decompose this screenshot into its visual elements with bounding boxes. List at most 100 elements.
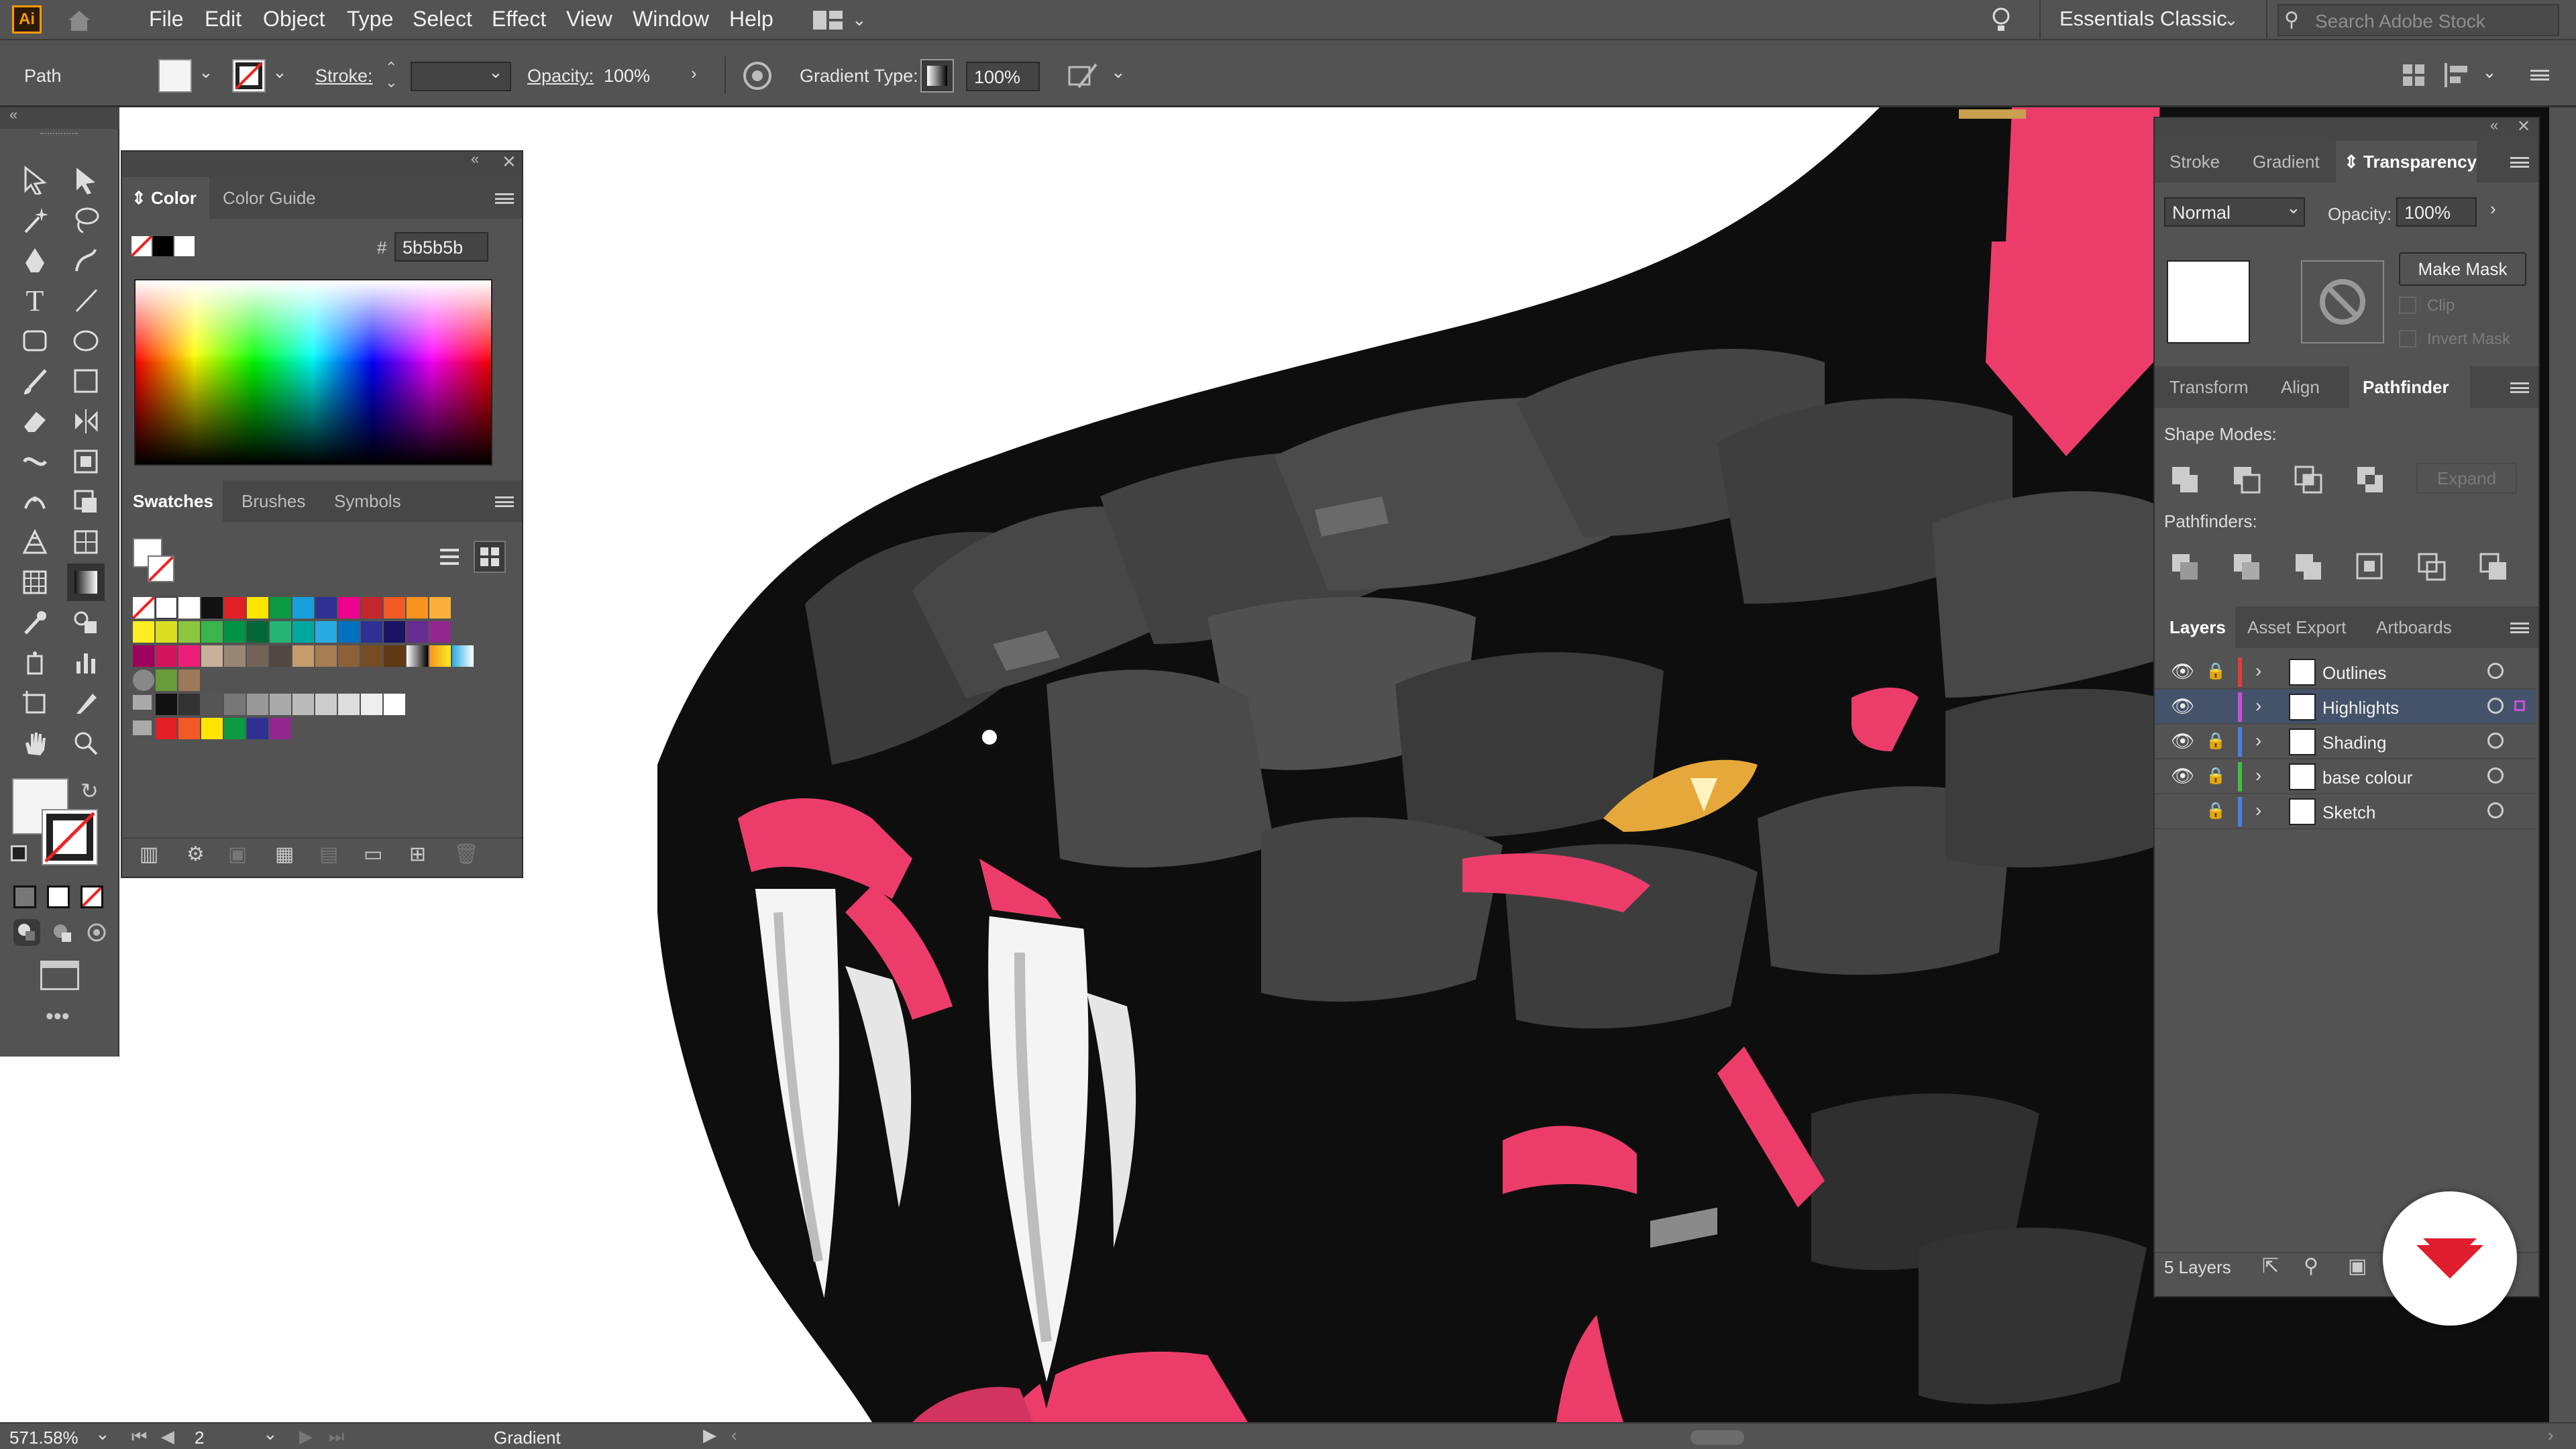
close-panel-icon[interactable]: ✕: [502, 152, 517, 172]
target-icon[interactable]: [2487, 733, 2504, 749]
recolor-artwork-icon[interactable]: [742, 60, 773, 91]
black-swatch[interactable]: [153, 236, 173, 256]
stroke-swatch[interactable]: [232, 59, 266, 93]
swatch[interactable]: [292, 694, 314, 715]
chevron-down-icon[interactable]: ⌄: [2482, 62, 2497, 83]
swatch-black[interactable]: [201, 597, 223, 619]
grid-view-icon[interactable]: [474, 541, 506, 573]
none-mode-button[interactable]: [80, 885, 103, 908]
swatch[interactable]: [384, 597, 405, 619]
rectangle-tool-icon[interactable]: [16, 322, 54, 360]
swatch[interactable]: [270, 645, 291, 667]
tab-stroke[interactable]: Stroke: [2169, 141, 2220, 182]
swatch[interactable]: [178, 645, 200, 667]
swatch[interactable]: [384, 694, 405, 715]
visibility-eye-icon[interactable]: 👁: [2171, 660, 2195, 682]
swatch-pattern[interactable]: [178, 669, 200, 691]
swatch[interactable]: [133, 645, 154, 667]
swatch[interactable]: [201, 621, 223, 643]
chevron-down-icon[interactable]: ⌄: [199, 62, 213, 83]
target-icon[interactable]: [2487, 698, 2504, 714]
swatch[interactable]: [156, 621, 177, 643]
swatch[interactable]: [247, 645, 268, 667]
scroll-right-icon[interactable]: ›: [2548, 1425, 2554, 1446]
chevron-right-icon[interactable]: ›: [691, 63, 697, 84]
chevron-right-icon[interactable]: ›: [2490, 199, 2496, 219]
expand-button[interactable]: Expand: [2416, 463, 2517, 494]
expand-chevron-icon[interactable]: ›: [2255, 800, 2261, 821]
chevron-down-icon[interactable]: ⌄: [2224, 9, 2239, 30]
export-layer-icon[interactable]: ⇱: [2262, 1254, 2279, 1278]
swatch[interactable]: [247, 694, 268, 715]
screen-mode-icon[interactable]: [40, 961, 79, 990]
paintbrush-tool-icon[interactable]: [16, 362, 54, 400]
swatch[interactable]: [407, 645, 428, 667]
menu-edit[interactable]: Edit: [205, 7, 241, 32]
mask-thumbnail[interactable]: [2301, 260, 2384, 343]
mesh-grid-icon[interactable]: [16, 564, 54, 601]
swatch[interactable]: [338, 645, 360, 667]
lock-icon[interactable]: 🔒: [2206, 661, 2226, 681]
hand-tool-icon[interactable]: [16, 724, 54, 762]
outline-icon[interactable]: [2416, 551, 2447, 582]
gradient-tool-icon[interactable]: [67, 564, 105, 601]
width-tool-icon[interactable]: [16, 443, 54, 480]
swatch[interactable]: [429, 645, 451, 667]
swatch[interactable]: [270, 621, 291, 643]
layer-row-highlights[interactable]: 👁 › Highlights: [2155, 690, 2536, 724]
target-icon[interactable]: [2487, 663, 2504, 679]
previous-artboard-icon[interactable]: ◀: [161, 1426, 174, 1447]
search-input[interactable]: Search Adobe Stock: [2315, 11, 2485, 32]
align-icon[interactable]: [2442, 62, 2473, 89]
unite-icon[interactable]: [2169, 464, 2200, 495]
mesh-tool-icon[interactable]: [67, 523, 105, 561]
menu-file[interactable]: File: [149, 7, 184, 32]
swatch-pattern[interactable]: [156, 669, 177, 691]
puppet-warp-tool-icon[interactable]: [16, 483, 54, 521]
search-stock-field[interactable]: ⚲ Search Adobe Stock: [2277, 4, 2559, 36]
swatch[interactable]: [133, 621, 154, 643]
clip-checkbox[interactable]: [2399, 297, 2416, 314]
reflect-tool-icon[interactable]: [67, 402, 105, 440]
swatch[interactable]: [270, 597, 291, 619]
show-swatch-kinds-icon[interactable]: ⚙: [186, 843, 205, 866]
list-view-icon[interactable]: [437, 545, 462, 569]
merge-icon[interactable]: [2293, 551, 2324, 582]
edit-gradient-icon[interactable]: [1067, 60, 1099, 91]
expand-chevron-icon[interactable]: ›: [2255, 660, 2261, 682]
target-icon[interactable]: [2487, 802, 2504, 818]
tab-asset-export[interactable]: Asset Export: [2247, 606, 2346, 648]
swatch-white[interactable]: [178, 597, 200, 619]
type-tool-icon[interactable]: T: [16, 282, 54, 319]
white-swatch[interactable]: [174, 236, 195, 256]
swatch-registration[interactable]: [156, 597, 177, 619]
selection-tool-icon[interactable]: [16, 161, 54, 199]
swatch[interactable]: [338, 621, 360, 643]
close-dock-icon[interactable]: ✕: [2517, 117, 2530, 136]
menu-help[interactable]: Help: [729, 7, 773, 32]
eraser-tool-icon[interactable]: [16, 402, 54, 440]
collapse-panel-icon[interactable]: «: [471, 150, 479, 168]
perspective-grid-tool-icon[interactable]: [16, 523, 54, 561]
pen-tool-icon[interactable]: [16, 241, 54, 279]
new-swatch-icon[interactable]: ⊞: [409, 843, 426, 866]
control-menu-icon[interactable]: [2530, 70, 2549, 80]
tab-swatches[interactable]: Swatches: [122, 480, 223, 522]
panel-menu-icon[interactable]: [495, 193, 514, 204]
last-artboard-icon[interactable]: ⏭: [329, 1426, 344, 1448]
menu-select[interactable]: Select: [413, 7, 472, 32]
menu-effect[interactable]: Effect: [492, 7, 546, 32]
swatch[interactable]: [429, 597, 451, 619]
stroke-stepper[interactable]: ⌃ ⌄: [385, 60, 397, 90]
shape-builder-tool-icon[interactable]: [67, 483, 105, 521]
swatch[interactable]: [224, 645, 246, 667]
active-stroke-swatch[interactable]: [148, 555, 174, 582]
draw-inside-icon[interactable]: [83, 919, 110, 946]
swatch[interactable]: [361, 645, 382, 667]
swatch[interactable]: [452, 645, 474, 667]
stroke-color-box[interactable]: [42, 809, 98, 865]
chevron-down-icon[interactable]: ⌄: [2286, 197, 2301, 218]
expand-chevron-icon[interactable]: ›: [2255, 765, 2261, 786]
lock-icon[interactable]: 🔒: [2206, 731, 2226, 751]
zoom-tool-icon[interactable]: [67, 724, 105, 762]
